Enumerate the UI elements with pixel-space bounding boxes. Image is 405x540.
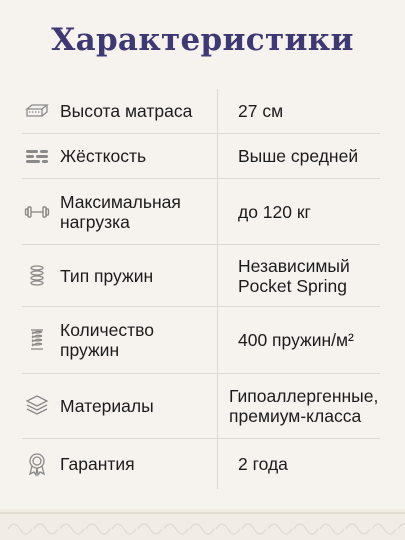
spec-label: Максимальная нагрузка: [60, 191, 181, 232]
warranty-badge-icon: [24, 451, 50, 477]
dumbbell-icon: [24, 199, 50, 225]
column-divider: [217, 439, 218, 489]
spec-row-max-load: Максимальная нагрузка до 120 кг: [22, 179, 380, 245]
spec-value: 27 см: [238, 101, 284, 121]
mattress-icon: [24, 98, 50, 124]
column-divider: [217, 374, 218, 438]
spec-label: Высота матраса: [60, 101, 193, 121]
column-divider: [217, 245, 218, 306]
spec-value: Независимый Pocket Spring: [238, 255, 350, 296]
spring-icon: [24, 263, 50, 289]
spec-label: Тип пружин: [60, 265, 154, 286]
layers-icon: [24, 393, 50, 419]
column-divider: [217, 307, 218, 373]
spec-value: Выше средней: [238, 146, 359, 166]
column-divider: [217, 179, 218, 244]
specs-table: Высота матраса 27 см Жёсткость Выше сред…: [22, 89, 380, 489]
spec-label: Количество пружин: [60, 320, 154, 360]
spec-row-firmness: Жёсткость Выше средней: [22, 134, 380, 179]
column-divider: [217, 89, 218, 133]
decorative-border: [0, 509, 405, 540]
spec-row-spring-type: Тип пружин Независимый Pocket Spring: [22, 245, 380, 307]
spec-label: Жёсткость: [60, 146, 147, 166]
spec-value: до 120 кг: [238, 201, 311, 222]
spec-row-warranty: Гарантия 2 года: [22, 439, 380, 489]
spring-coil-icon: [24, 327, 50, 353]
spec-row-materials: Материалы Гипоаллергенные, премиум-класс…: [22, 374, 380, 439]
spec-value: 400 пружин/м²: [238, 330, 354, 350]
spec-row-spring-count: Количество пружин 400 пружин/м²: [22, 307, 380, 374]
column-divider: [217, 134, 218, 178]
spec-label: Гарантия: [60, 454, 135, 474]
spec-row-height: Высота матраса 27 см: [22, 89, 380, 134]
page-title: Характеристики: [51, 22, 354, 58]
spec-label: Материалы: [60, 396, 154, 416]
firmness-bars-icon: [24, 143, 50, 169]
spec-value: Гипоаллергенные, премиум-класса: [229, 386, 379, 426]
spec-value: 2 года: [238, 454, 288, 474]
